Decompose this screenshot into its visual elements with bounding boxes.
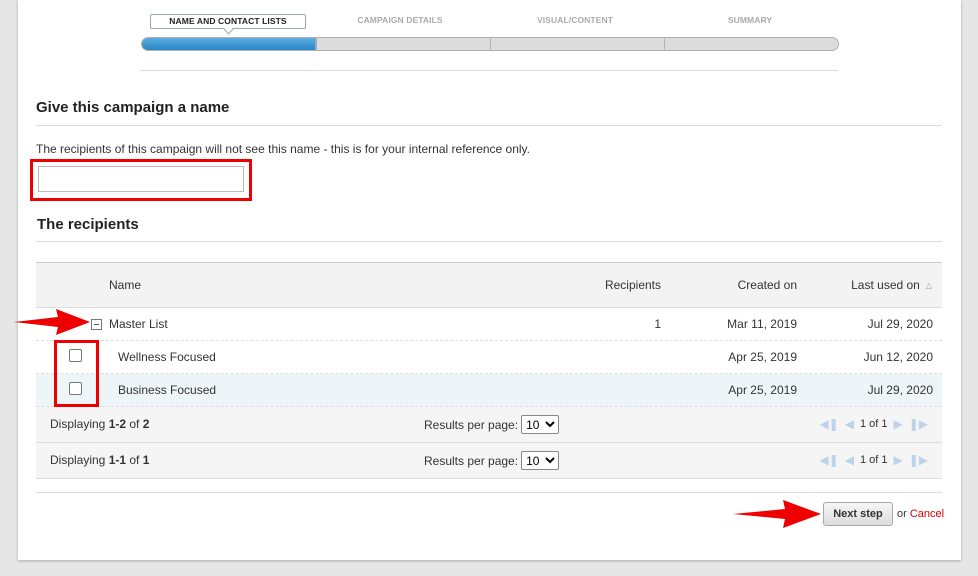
page-indicator: 1 of 1 (859, 418, 888, 430)
previous-page-icon[interactable]: ◀ (845, 417, 854, 431)
pagination-bar: Displaying 1-1 of 1 Results per page: 10… (36, 443, 942, 479)
sort-ascending-icon: △ (925, 281, 932, 290)
list-created-on: Apr 25, 2019 (728, 350, 797, 364)
results-per-page-label: Results per page: (424, 453, 519, 468)
campaign-name-help-text: The recipients of this campaign will not… (36, 142, 531, 156)
step-campaign-details[interactable]: CAMPAIGN DETAILS (320, 15, 480, 25)
results-per-page-select[interactable]: 10 (521, 415, 560, 434)
results-per-page-label: Results per page: (424, 417, 519, 432)
previous-page-icon[interactable]: ◀ (845, 453, 854, 467)
displaying-total: 1 (142, 453, 150, 467)
divider (140, 70, 838, 71)
table-row: Wellness Focused Apr 25, 2019 Jun 12, 20… (36, 341, 942, 374)
column-header-last-used-label: Last used on (851, 278, 920, 292)
list-name: Business Focused (118, 383, 217, 397)
first-page-icon[interactable]: ◀❚ (819, 453, 838, 467)
or-cancel-text: or Cancel (897, 508, 944, 520)
progress-segment-2 (317, 38, 491, 50)
or-text: or (897, 508, 910, 520)
displaying-text: Displaying 1-1 of 1 (50, 443, 149, 477)
next-step-button[interactable]: Next step (823, 502, 893, 526)
pagination-bar: Displaying 1-2 of 2 Results per page: 10… (36, 407, 942, 443)
cancel-link[interactable]: Cancel (910, 508, 944, 520)
list-recipients-count: 1 (654, 317, 661, 331)
list-name: Wellness Focused (118, 350, 216, 364)
displaying-prefix: Displaying (50, 417, 109, 431)
divider (36, 125, 942, 126)
displaying-range: 1-1 (108, 453, 127, 467)
displaying-of: of (126, 453, 143, 467)
results-per-page-select[interactable]: 10 (521, 451, 560, 470)
step-summary[interactable]: SUMMARY (670, 15, 830, 25)
step-name-and-contact-lists[interactable]: NAME AND CONTACT LISTS (150, 14, 306, 29)
first-page-icon[interactable]: ◀❚ (819, 417, 838, 431)
annotation-arrow-icon (733, 500, 821, 528)
campaign-name-heading: Give this campaign a name (36, 99, 230, 116)
list-created-on: Mar 11, 2019 (727, 317, 797, 331)
divider (36, 241, 942, 242)
column-header-name[interactable]: Name (109, 263, 141, 307)
step-visual-content[interactable]: VISUAL/CONTENT (495, 15, 655, 25)
progress-segment-1 (142, 38, 317, 50)
progress-segment-3 (491, 38, 665, 50)
last-page-icon[interactable]: ❚▶ (909, 417, 928, 431)
column-header-created-on[interactable]: Created on (738, 263, 797, 307)
last-page-icon[interactable]: ❚▶ (909, 453, 928, 467)
recipients-table: Name Recipients Created on Last used on △… (36, 262, 942, 479)
displaying-text: Displaying 1-2 of 2 (50, 407, 149, 441)
step-progress-bar (141, 37, 839, 51)
displaying-total: 2 (142, 417, 150, 431)
collapse-icon[interactable] (91, 319, 102, 330)
column-header-last-used-on[interactable]: Last used on △ (851, 263, 932, 308)
list-last-used-on: Jul 29, 2020 (867, 317, 933, 331)
table-row-master-list: Master List 1 Mar 11, 2019 Jul 29, 2020 (36, 308, 942, 341)
table-row: Business Focused Apr 25, 2019 Jul 29, 20… (36, 374, 942, 407)
page-indicator: 1 of 1 (859, 454, 888, 466)
results-per-page: Results per page: 10 (424, 451, 560, 470)
annotation-highlight-box (54, 340, 99, 407)
page-navigation: ◀❚ ◀ 1 of 1 ▶ ❚▶ (819, 417, 928, 431)
displaying-prefix: Displaying (50, 453, 109, 467)
divider (36, 492, 942, 493)
list-name: Master List (109, 317, 168, 331)
list-last-used-on: Jun 12, 2020 (863, 350, 933, 364)
list-created-on: Apr 25, 2019 (728, 383, 797, 397)
displaying-of: of (126, 417, 143, 431)
column-header-recipients[interactable]: Recipients (605, 263, 661, 307)
progress-segment-4 (665, 38, 838, 50)
results-per-page: Results per page: 10 (424, 415, 560, 434)
table-header: Name Recipients Created on Last used on △ (36, 262, 942, 308)
next-page-icon[interactable]: ▶ (893, 453, 902, 467)
list-last-used-on: Jul 29, 2020 (867, 383, 933, 397)
recipients-heading: The recipients (37, 216, 139, 233)
annotation-highlight-box (30, 159, 252, 201)
wizard-panel: NAME AND CONTACT LISTS CAMPAIGN DETAILS … (18, 0, 961, 560)
next-page-icon[interactable]: ▶ (893, 417, 902, 431)
annotation-arrow-icon (14, 309, 90, 335)
displaying-range: 1-2 (108, 417, 127, 431)
page-navigation: ◀❚ ◀ 1 of 1 ▶ ❚▶ (819, 453, 928, 467)
